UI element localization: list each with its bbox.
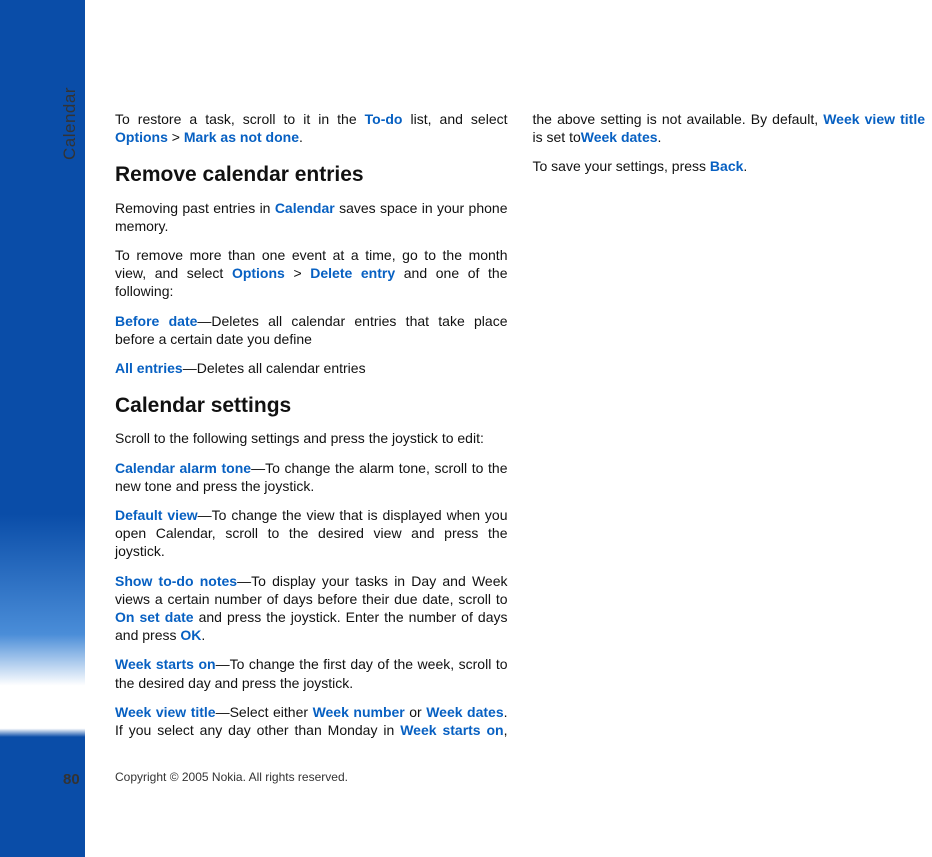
options-label: Options (115, 129, 168, 145)
week-view-title-label: Week view title (115, 704, 216, 720)
week-starts-label: Week starts on (115, 656, 216, 672)
delete-entry-label: Delete entry (310, 265, 395, 281)
paragraph-week-starts: Week starts on—To change the first day o… (115, 655, 508, 691)
on-set-date-label: On set date (115, 609, 194, 625)
paragraph-alarm-tone: Calendar alarm tone—To change the alarm … (115, 459, 508, 495)
section-label: Calendar (60, 87, 80, 160)
paragraph-default-view: Default view—To change the view that is … (115, 506, 508, 561)
week-dates-label: Week dates (426, 704, 503, 720)
paragraph-all-entries: All entries—Deletes all calendar entries (115, 359, 508, 377)
page-content: To restore a task, scroll to it in the T… (115, 110, 925, 750)
calendar-label: Calendar (275, 200, 335, 216)
heading-calendar-settings: Calendar settings (115, 392, 508, 419)
paragraph-remove-multiple: To remove more than one event at a time,… (115, 246, 508, 301)
all-entries-label: All entries (115, 360, 183, 376)
todo-label: To-do (365, 111, 403, 127)
week-dates-label-2: Week dates (581, 129, 658, 145)
heading-remove-entries: Remove calendar entries (115, 161, 508, 188)
paragraph-save-settings: To save your settings, press Back. (533, 157, 926, 175)
week-view-title-label-2: Week view title (823, 111, 925, 127)
before-date-label: Before date (115, 313, 197, 329)
paragraph-show-todo: Show to-do notes—To display your tasks i… (115, 572, 508, 645)
paragraph-restore: To restore a task, scroll to it in the T… (115, 110, 508, 146)
ok-label: OK (180, 627, 201, 643)
copyright-footer: Copyright © 2005 Nokia. All rights reser… (115, 770, 348, 784)
options-label-2: Options (232, 265, 285, 281)
paragraph-scroll-settings: Scroll to the following settings and pre… (115, 429, 508, 447)
week-starts-on-label: Week starts on (400, 722, 503, 738)
alarm-tone-label: Calendar alarm tone (115, 460, 251, 476)
mark-not-done-label: Mark as not done (184, 129, 299, 145)
paragraph-removing-past: Removing past entries in Calendar saves … (115, 199, 508, 235)
week-number-label: Week number (313, 704, 405, 720)
paragraph-before-date: Before date—Deletes all calendar entries… (115, 312, 508, 348)
page-number: 80 (63, 771, 80, 788)
back-label: Back (710, 158, 743, 174)
default-view-label: Default view (115, 507, 198, 523)
show-todo-label: Show to-do notes (115, 573, 237, 589)
